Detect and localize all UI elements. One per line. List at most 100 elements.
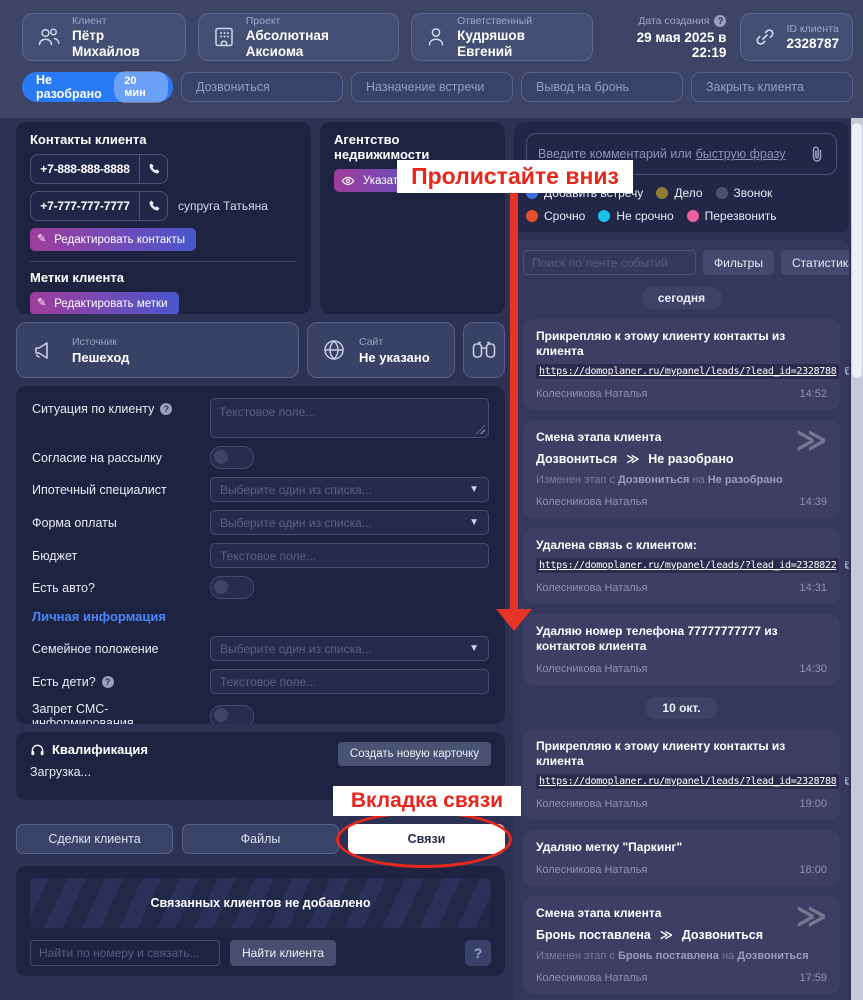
feed-event-card: Смена этапа клиента ≫ Дозвониться ≫ Не разоб… [523,420,840,518]
event-title: Удаляю номер телефона 77777777777 из кон… [536,624,778,653]
edit-contacts-button[interactable]: ✎ Редактировать контакты [30,228,196,251]
event-link[interactable]: https://domoplaner.ru/mypanel/leads/?lea… [536,558,840,573]
edit-labels-button[interactable]: ✎ Редактировать метки [30,292,179,314]
event-footer: Колесникова Наталья 18:00 [536,864,827,876]
chevron-down-icon: ▼ [469,484,479,495]
mailing-label: Согласие на рассылку [32,450,163,465]
binoculars-icon [471,338,497,362]
sms-toggle[interactable] [210,704,254,724]
client-chip[interactable]: Клиент Пётр Михайлов [22,13,186,61]
stage-button[interactable]: Дозвониться [181,72,343,102]
feed-list: сегодня Прикрепляю к этому клиенту контак… [523,287,849,1000]
event-time: 19:00 [799,798,827,810]
event-title: Смена этапа клиента [536,906,662,920]
event-time: 18:00 [799,864,827,876]
feed-date-separator: 10 окт. [523,697,840,719]
checkbox-dot-icon [656,187,669,199]
relations-empty-state: Связанных клиентов не добавлено [30,878,491,928]
scrollbar-thumb[interactable] [852,123,862,378]
stage-button[interactable]: Назначение встречи [351,72,513,102]
person-icon [425,25,447,49]
contacts-panel: Контакты клиента +7-888-888-8888 +7-777-7… [16,122,311,314]
quick-action-label: Дело [674,186,703,200]
payment-select[interactable]: Выберите один из списка... ▼ [210,510,489,535]
lookup-button[interactable] [463,322,505,378]
stage-active-button[interactable]: Не разобрано 20 мин [22,71,173,103]
quick-action-checkbox[interactable]: Срочно [526,209,585,223]
filters-button[interactable]: Фильтры [703,250,774,275]
quick-action-checkbox[interactable]: Дело [656,186,703,200]
situation-label: Ситуация по клиенту [32,402,155,416]
phone-note: супруга Татьяна [178,199,268,213]
phone-row: +7-777-777-7777 супруга Татьяна [30,191,297,221]
event-link[interactable]: https://domoplaner.ru/mypanel/leads/?lea… [536,364,840,379]
event-time: 17:59 [799,972,827,984]
help-icon[interactable]: ? [101,675,114,688]
help-icon[interactable]: ? [714,14,727,27]
phone-number: +7-888-888-8888 [40,162,130,176]
client-id-label: ID клиента [786,22,839,35]
right-column: Введите комментарий или быструю фразу До… [514,122,849,1000]
marital-select[interactable]: Выберите один из списка... ▼ [210,636,489,661]
feed-event-card: Удаляю метку "Паркинг" Колесникова Наталь… [523,830,840,886]
qualification-title: Квалификация [52,742,148,757]
divider [30,261,297,262]
client-id-chip[interactable]: ID клиента 2328787 [740,13,853,61]
labels-title: Метки клиента [30,270,124,285]
feed-search-input[interactable] [523,250,696,275]
source-chip[interactable]: Источник Пешеход [16,322,299,378]
help-icon[interactable]: ? [160,403,173,415]
event-title: Прикрепляю к этому клиенту контакты из к… [536,329,786,358]
situation-textarea[interactable]: Текстовое поле... [210,398,489,438]
responsible-label: Ответственный [457,14,533,27]
tab-deals[interactable]: Сделки клиента [16,824,173,854]
stage-button[interactable]: Закрыть клиента [691,72,853,102]
marital-label: Семейное положение [32,641,159,656]
site-chip[interactable]: Сайт Не указано [307,322,455,378]
event-title: Удаляю метку "Паркинг" [536,840,683,854]
stage-note: Изменен этап с Бронь поставлена на Дозво… [536,950,809,962]
phone-call-icon[interactable] [139,155,167,183]
feed-event-card: Удаляю номер телефона 77777777777 из кон… [523,614,840,685]
phone-number-box[interactable]: +7-777-777-7777 [30,191,168,221]
car-toggle[interactable] [210,576,254,599]
agency-panel: Агентство недвижимости Указать агента [320,122,505,314]
copy-icon[interactable]: ⧉ [844,774,849,789]
children-input[interactable]: Текстовое поле... [210,669,489,694]
copy-icon[interactable]: ⧉ [844,558,849,573]
site-value: Не указано [359,349,430,365]
project-label: Проект [245,14,281,27]
quick-phrase-link[interactable]: быструю фразу [696,147,786,161]
relations-panel: Связанных клиентов не добавлено Найти кл… [16,866,505,976]
stage-button[interactable]: Вывод на бронь [521,72,683,102]
page-scrollbar[interactable] [851,118,863,1000]
paperclip-icon[interactable] [809,145,825,163]
event-link[interactable]: https://domoplaner.ru/mypanel/leads/?lea… [536,774,840,789]
edit-icon: ✎ [37,297,47,309]
phone-number: +7-777-777-7777 [40,199,130,213]
phone-number-box[interactable]: +7-888-888-8888 [30,154,168,184]
help-key-icon[interactable]: ? [465,940,491,966]
stage-active-label: Не разобрано [36,73,102,101]
quick-action-checkbox[interactable]: Звонок [715,186,772,200]
project-chip[interactable]: Проект Абсолютная Аксиома [197,13,400,61]
budget-input[interactable]: Текстовое поле... [210,543,489,568]
responsible-chip[interactable]: Ответственный Кудряшов Евгений [411,13,594,61]
mortgage-select[interactable]: Выберите один из списка... ▼ [210,477,489,502]
phone-list: +7-888-888-8888 +7-777-777-7777 супруга Та… [30,154,297,221]
link-icon [754,26,776,48]
quick-action-checkbox[interactable]: Не срочно [598,209,674,223]
quick-action-checkbox[interactable]: Перезвонить [686,209,777,223]
relation-search-input[interactable] [30,940,220,966]
globe-icon [321,337,347,363]
mailing-toggle[interactable] [210,446,254,469]
children-label: Есть дети? [32,674,96,689]
create-card-button[interactable]: Создать новую карточку [337,742,491,766]
phone-call-icon[interactable] [139,192,167,220]
copy-icon[interactable]: ⧉ [844,364,849,379]
feed-event-card: Смена этапа клиента ≫ Бронь поставлена ≫ Доз… [523,896,840,994]
statistics-button[interactable]: Статистика [780,250,849,275]
tab-files[interactable]: Файлы [182,824,339,854]
find-client-button[interactable]: Найти клиента [230,940,337,966]
quick-action-label: Перезвонить [704,209,777,223]
